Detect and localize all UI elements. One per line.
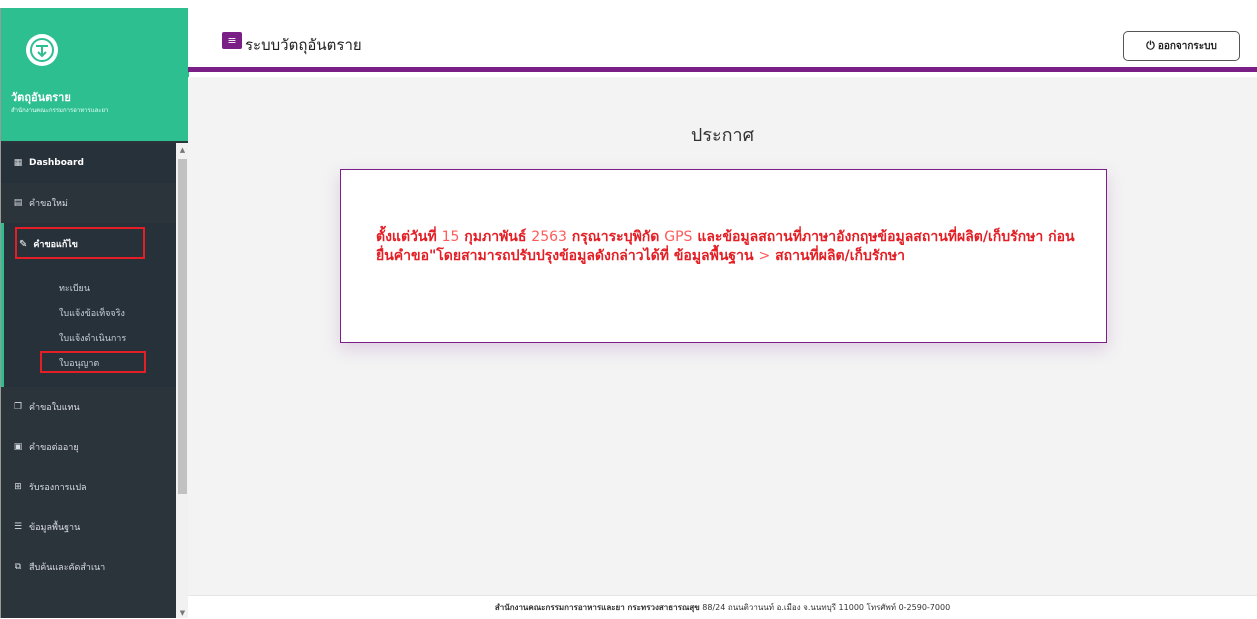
sidebar-item-renewal[interactable]: ▣ คำขอต่ออายุ — [1, 427, 176, 467]
submenu-item-license[interactable]: ใบอนุญาต — [4, 350, 176, 375]
sidebar-item-label: คำขอใหม่ — [29, 199, 68, 209]
sidebar-item-basic-data[interactable]: ☰ ข้อมูลพื้นฐาน — [1, 507, 176, 547]
submenu-item-label: ทะเบียน — [59, 283, 90, 294]
sidebar-item-label: คำขอแก้ไข — [33, 240, 78, 250]
list-icon: ☰ — [13, 522, 23, 532]
copy-icon: ❐ — [13, 402, 23, 412]
notice-date-day: 15 — [441, 229, 460, 245]
sidebar-item-label: ข้อมูลพื้นฐาน — [29, 523, 81, 533]
app-frame: วัตถุอันตราย สำนักงานคณะกรรมการอาหารและย… — [0, 0, 1257, 619]
logout-label: ออกจากระบบ — [1157, 40, 1217, 52]
edit-icon: ✎ — [19, 238, 28, 250]
submenu-item-registration[interactable]: ทะเบียน — [4, 275, 176, 300]
submenu-spacer — [4, 265, 176, 275]
app-title: ระบบวัตถุอันตราย — [245, 36, 362, 54]
sidebar-menu: ▦ Dashboard ▤ คำขอใหม่ ✎ คำขอแก้ไข ทะเบี… — [1, 143, 176, 587]
sidebar-submenu: ✎ คำขอแก้ไข ทะเบียน ใบแจ้งข้อเท็จจริง ใบ… — [1, 223, 176, 387]
page-title: ประกาศ — [690, 125, 755, 146]
footer-address: 88/24 ถนนติวานนท์ อ.เมือง จ.นนทบุรี 1100… — [699, 603, 951, 612]
renew-icon: ▣ — [13, 442, 23, 452]
sidebar-item-label: คำขอใบแทน — [29, 403, 80, 413]
scroll-down-icon[interactable]: ▼ — [177, 608, 188, 618]
sidebar-item-translation[interactable]: ⊞ รับรองการแปล — [1, 467, 176, 507]
sidebar-item-label: Dashboard — [29, 158, 84, 168]
notice-text-part: กรุณาระบุพิกัด — [566, 229, 665, 245]
logout-button[interactable]: ⏻ ออกจากระบบ — [1123, 31, 1240, 61]
submenu-spacer — [4, 375, 176, 387]
brand-title: วัตถุอันตราย — [11, 91, 71, 104]
scroll-up-icon[interactable]: ▲ — [177, 145, 188, 155]
submenu-item-fact-notice[interactable]: ใบแจ้งข้อเท็จจริง — [4, 300, 176, 325]
menu-toggle-button[interactable]: ≡ — [222, 32, 242, 49]
top-header: ≡ ระบบวัตถุอันตราย ⏻ ออกจากระบบ — [188, 8, 1257, 72]
sidebar-item-replacement[interactable]: ❐ คำขอใบแทน — [1, 387, 176, 427]
footer-org: สำนักงานคณะกรรมการอาหารและยา กระทรวงสาธา… — [494, 603, 700, 612]
document-icon: ▤ — [13, 198, 23, 208]
notice-arrow: > — [758, 248, 771, 264]
brand-logo-icon — [26, 34, 58, 66]
sidebar-item-dashboard[interactable]: ▦ Dashboard — [1, 143, 176, 183]
sidebar-item-new-request[interactable]: ▤ คำขอใหม่ — [1, 183, 176, 223]
submenu-item-label: ใบแจ้งดำเนินการ — [59, 333, 127, 344]
sidebar-item-edit-request[interactable]: ✎ คำขอแก้ไข — [4, 223, 176, 265]
translate-icon: ⊞ — [14, 482, 22, 492]
notice-text-part: สถานที่ผลิต/เก็บรักษา — [770, 248, 905, 264]
brand-subtitle: สำนักงานคณะกรรมการอาหารและยา — [11, 107, 109, 114]
sidebar-item-label: คำขอต่ออายุ — [29, 443, 79, 453]
submenu-item-label: ใบอนุญาต — [59, 358, 100, 369]
sidebar-item-label: รับรองการแปล — [29, 483, 87, 493]
sidebar-scroll-thumb[interactable] — [178, 159, 187, 494]
notice-date-year: 2563 — [531, 229, 567, 245]
brand-panel: วัตถุอันตราย สำนักงานคณะกรรมการอาหารและย… — [1, 8, 189, 141]
hamburger-icon: ≡ — [227, 34, 237, 47]
submenu-item-label: ใบแจ้งข้อเท็จจริง — [59, 308, 125, 319]
sidebar-item-label: สืบค้นและคัดสำเนา — [29, 563, 106, 573]
notice-text-part: ตั้งแต่วันที่ — [376, 229, 442, 245]
announcement-card: ตั้งแต่วันที่ 15 กุมภาพันธ์ 2563 กรุณาระ… — [340, 169, 1107, 343]
power-icon: ⏻ — [1146, 39, 1155, 52]
sidebar: วัตถุอันตราย สำนักงานคณะกรรมการอาหารและย… — [0, 8, 189, 618]
grid-icon: ▦ — [13, 158, 23, 168]
announcement-text: ตั้งแต่วันที่ 15 กุมภาพันธ์ 2563 กรุณาระ… — [376, 228, 1081, 266]
notice-gps: GPS — [664, 229, 693, 245]
sidebar-item-search-copy[interactable]: ⧉ สืบค้นและคัดสำเนา — [1, 547, 176, 587]
submenu-item-operation-notice[interactable]: ใบแจ้งดำเนินการ — [4, 325, 176, 350]
main-content: ประกาศ ตั้งแต่วันที่ 15 กุมภาพันธ์ 2563 … — [188, 77, 1257, 595]
search-copy-icon: ⧉ — [14, 562, 22, 572]
notice-text-part: กุมภาพันธ์ — [459, 229, 532, 245]
footer: สำนักงานคณะกรรมการอาหารและยา กระทรวงสาธา… — [188, 595, 1257, 619]
